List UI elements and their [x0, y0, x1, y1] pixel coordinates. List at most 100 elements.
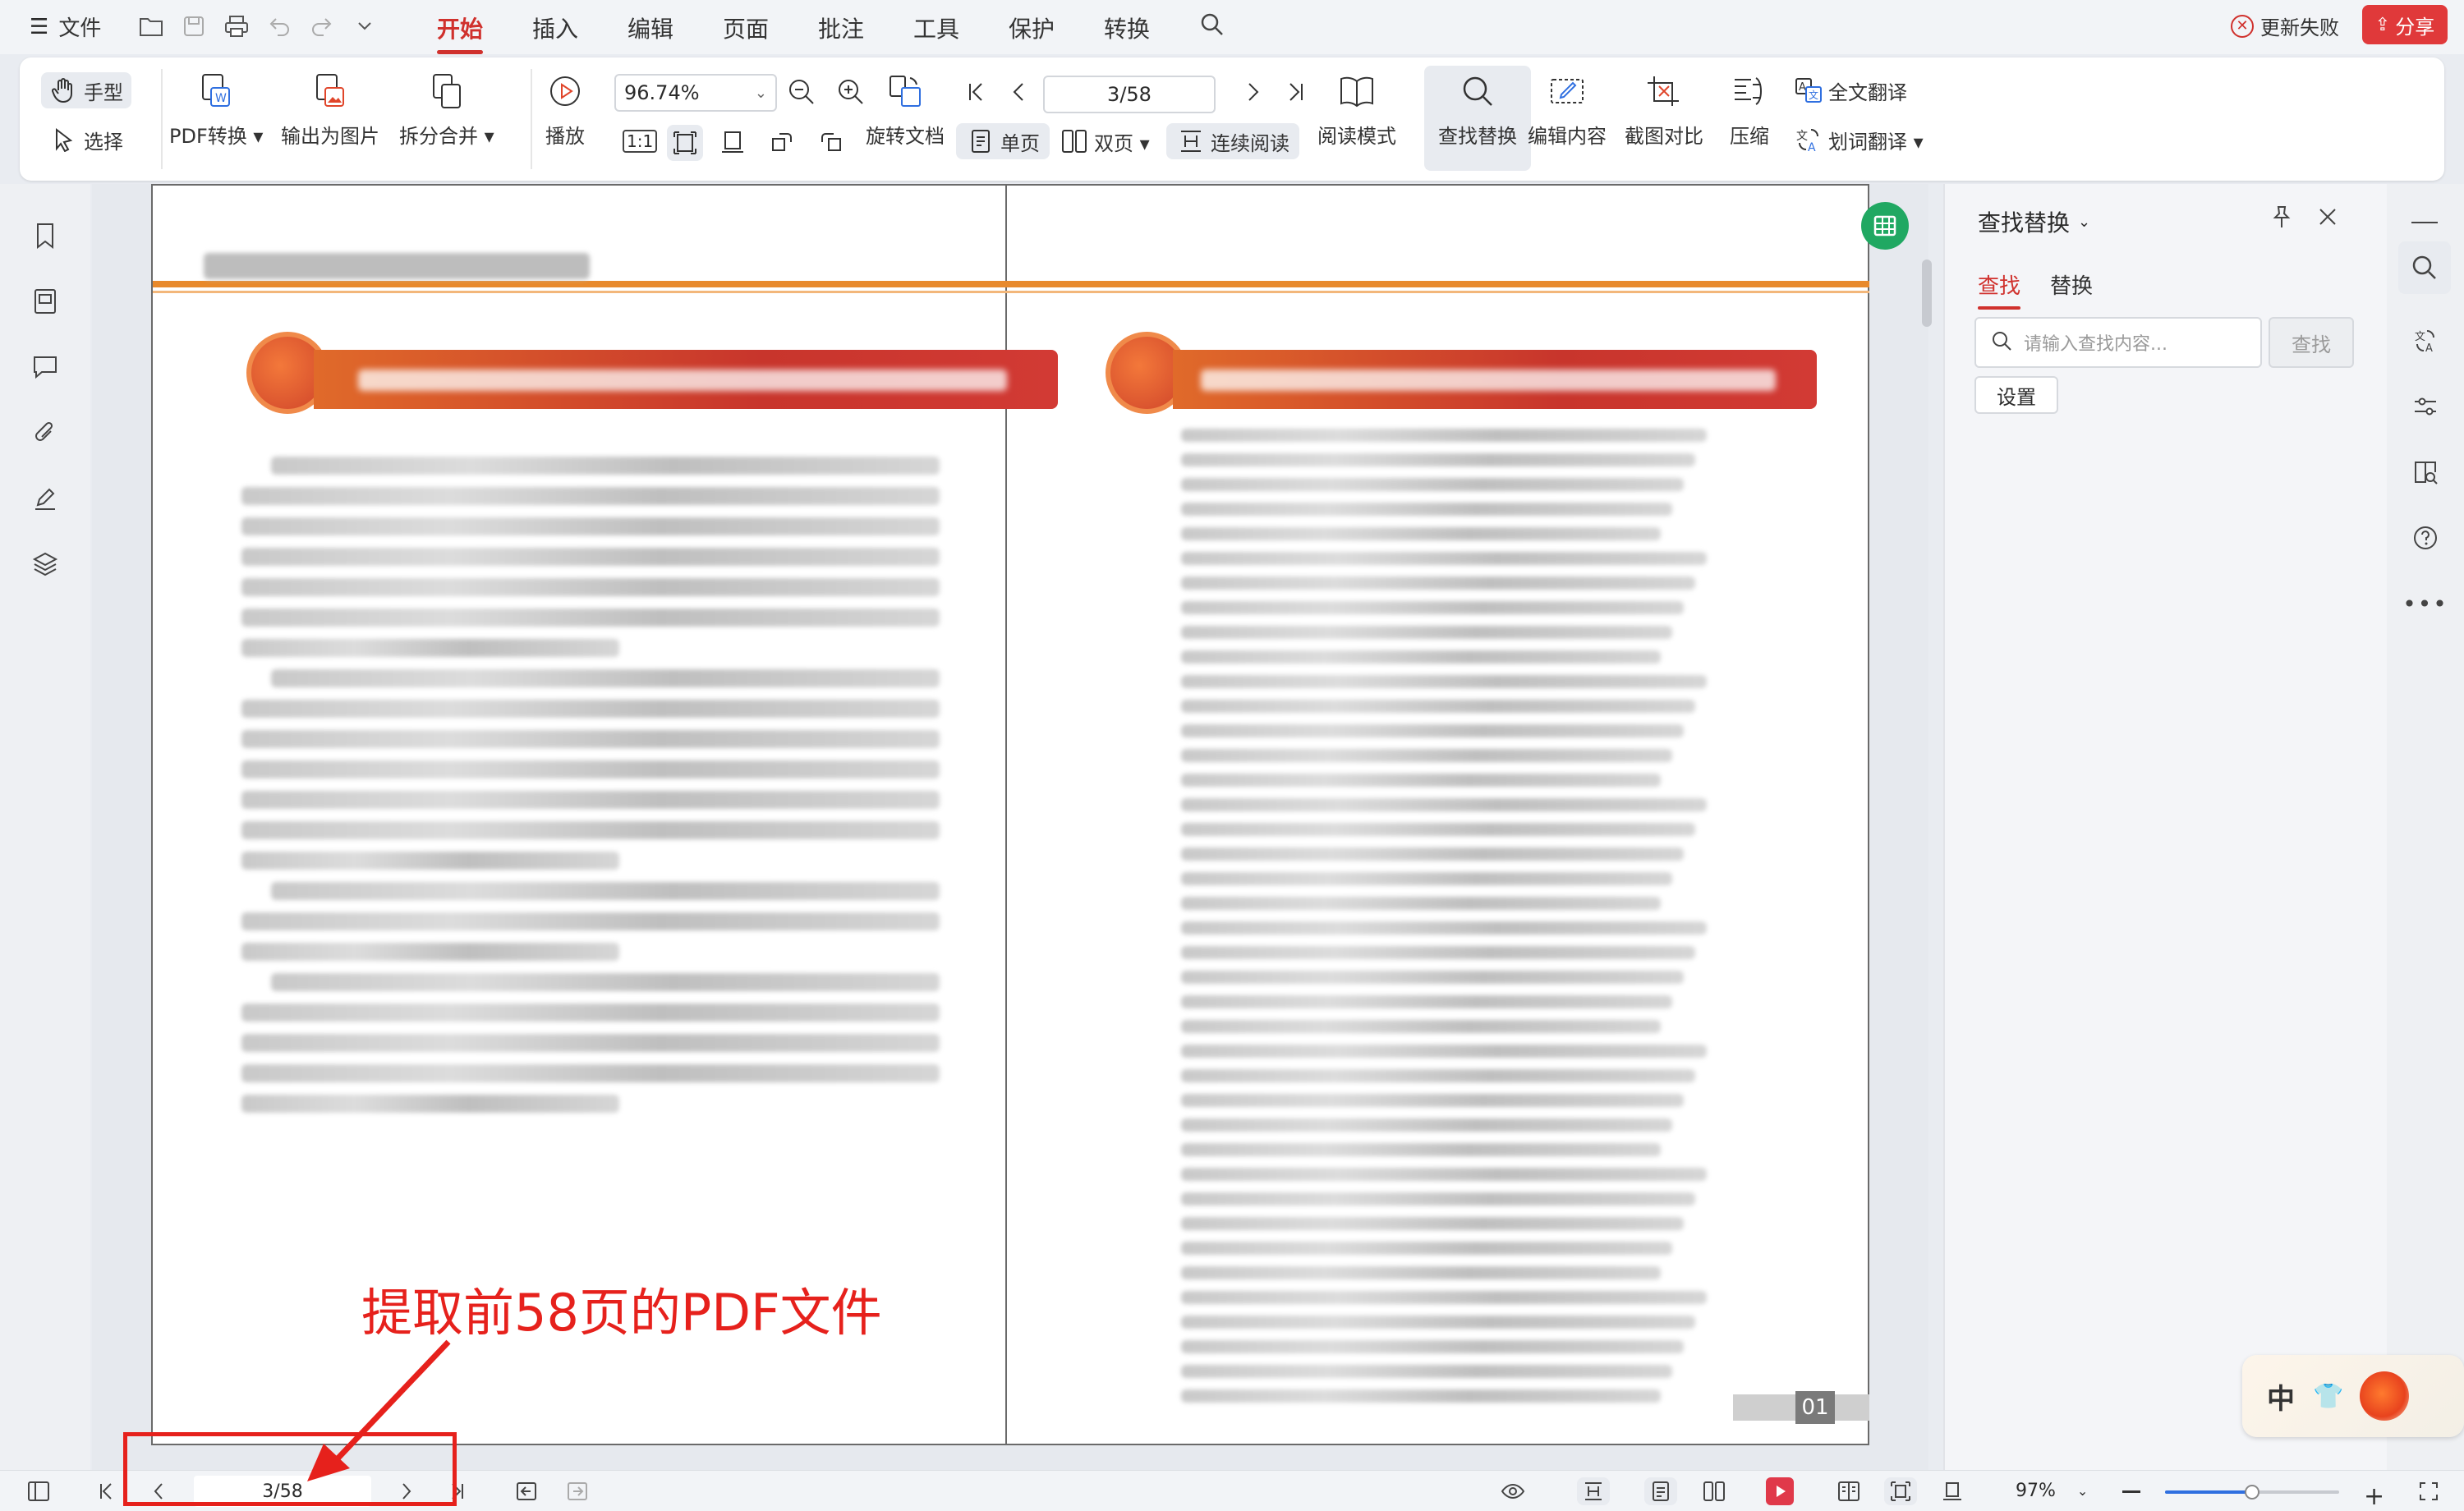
zoom-out-button[interactable]	[2122, 1490, 2140, 1493]
find-replace-button[interactable]: 查找替换	[1424, 66, 1531, 171]
sidebar-toggle-icon[interactable]	[25, 1477, 53, 1505]
search-input[interactable]: 请输入查找内容...	[1974, 317, 2262, 368]
single-page-view-icon[interactable]	[1644, 1477, 1677, 1505]
double-page-button[interactable]: 双页 ▾	[1060, 126, 1150, 156]
single-page-button[interactable]: 单页	[956, 123, 1050, 159]
zoom-slider[interactable]	[2165, 1485, 2339, 1500]
last-page-icon[interactable]	[1281, 77, 1311, 107]
tab-edit[interactable]: 编辑	[627, 11, 673, 44]
chevron-down-icon: ⌄	[754, 84, 767, 102]
help-icon[interactable]	[2407, 519, 2444, 557]
zoom-slider-handle[interactable]	[2245, 1485, 2259, 1500]
more-icon[interactable]: •••	[2402, 585, 2447, 622]
share-button[interactable]: ⇪ 分享	[2362, 5, 2448, 44]
split-merge-icon	[428, 72, 466, 110]
vertical-scrollbar-thumb[interactable]	[1922, 259, 1932, 327]
edit-content-button[interactable]: 编辑内容	[1528, 72, 1607, 149]
thumbnail-icon[interactable]	[28, 284, 62, 319]
open-folder-icon[interactable]	[136, 11, 166, 41]
read-mode-button[interactable]: 阅读模式	[1317, 72, 1396, 149]
next-page-icon[interactable]	[1239, 77, 1268, 107]
book-icon	[1338, 72, 1376, 110]
rotate-document-button[interactable]: 旋转文档	[866, 72, 945, 149]
first-page-icon[interactable]	[92, 1477, 120, 1505]
fit-width-icon[interactable]	[1938, 1477, 1966, 1505]
settings-button[interactable]: 设置	[1974, 376, 2058, 414]
read-mode-icon[interactable]	[1835, 1477, 1863, 1505]
tab-tools[interactable]: 工具	[913, 11, 959, 44]
zoom-in-icon[interactable]	[836, 77, 866, 107]
bookmark-icon[interactable]	[28, 218, 62, 253]
play-slideshow-icon[interactable]	[1766, 1477, 1794, 1505]
select-tool-button[interactable]: 选择	[49, 125, 123, 154]
compress-button[interactable]: 压缩	[1730, 72, 1769, 149]
search-icon[interactable]	[1198, 10, 1227, 39]
search-icon[interactable]	[2398, 241, 2451, 294]
eye-view-icon[interactable]	[1488, 1477, 1538, 1505]
collapse-icon[interactable]	[2411, 222, 2438, 223]
hand-tool-button[interactable]: 手型	[41, 72, 131, 108]
tab-replace[interactable]: 替换	[2050, 269, 2093, 300]
layers-icon[interactable]	[28, 547, 62, 581]
tab-insert[interactable]: 插入	[532, 11, 578, 44]
svg-text:文: 文	[1796, 130, 1808, 143]
actual-size-button[interactable]: 1:1	[623, 130, 658, 153]
page-spread: 01	[151, 184, 1869, 1445]
comment-icon[interactable]	[28, 350, 62, 384]
fit-page-icon[interactable]	[667, 125, 703, 161]
double-page-view-icon[interactable]	[1700, 1477, 1728, 1505]
redo-icon[interactable]	[307, 11, 337, 41]
table-extract-icon[interactable]	[1861, 202, 1909, 250]
full-translate-button[interactable]: A文 全文翻译	[1794, 76, 1907, 105]
zoom-out-icon[interactable]	[787, 77, 816, 107]
pdf-convert-button[interactable]: W PDF转换 ▾	[169, 72, 263, 149]
update-status[interactable]: ✕ 更新失败	[2231, 11, 2339, 40]
print-icon[interactable]	[222, 11, 251, 41]
file-menu[interactable]: ☰ 文件	[30, 11, 101, 42]
book-search-icon[interactable]	[2407, 453, 2444, 491]
tab-find[interactable]: 查找	[1978, 269, 2021, 310]
continuous-read-button[interactable]: 连续阅读	[1166, 123, 1299, 159]
fit-page-icon[interactable]	[1884, 1477, 1917, 1505]
panel-title[interactable]: 查找替换 ⌄	[1978, 205, 2090, 238]
svg-text:A: A	[1808, 141, 1816, 153]
export-image-button[interactable]: 输出为图片	[281, 72, 379, 149]
signature-icon[interactable]	[28, 481, 62, 516]
split-merge-button[interactable]: 拆分合并 ▾	[399, 72, 494, 149]
play-button[interactable]: 播放	[545, 72, 585, 149]
page-number-badge: 01	[1795, 1391, 1835, 1424]
rotate-right-icon[interactable]	[816, 126, 846, 156]
rotate-left-icon[interactable]	[767, 126, 797, 156]
close-icon[interactable]	[2313, 202, 2342, 232]
find-replace-panel: 查找替换 ⌄ 查找 替换 请输入查找内容... 查找 设置	[1943, 184, 2387, 1470]
find-button[interactable]: 查找	[2269, 317, 2354, 368]
save-icon[interactable]	[179, 11, 209, 41]
tab-page[interactable]: 页面	[723, 11, 769, 44]
tab-convert[interactable]: 转换	[1104, 11, 1150, 44]
blurred-text-line	[1181, 823, 1695, 836]
pin-icon[interactable]	[2267, 202, 2296, 232]
zoom-in-button[interactable]: +	[2364, 1482, 2384, 1511]
chevron-down-icon[interactable]	[350, 11, 379, 41]
ime-widget[interactable]: 中 👕	[2242, 1355, 2464, 1437]
fit-width-icon[interactable]	[718, 126, 747, 156]
fullscreen-icon[interactable]	[2415, 1477, 2443, 1505]
attachment-icon[interactable]	[28, 416, 62, 450]
tab-start[interactable]: 开始	[437, 11, 484, 54]
screenshot-compare-button[interactable]: 截图对比	[1625, 72, 1703, 149]
tab-comment[interactable]: 批注	[818, 11, 864, 44]
translate-icon[interactable]: 文A	[2407, 322, 2444, 360]
first-page-icon[interactable]	[961, 77, 991, 107]
zoom-select[interactable]: 97% ⌄	[2016, 1481, 2088, 1501]
forward-icon[interactable]	[563, 1477, 591, 1505]
undo-icon[interactable]	[264, 11, 294, 41]
zoom-select[interactable]: 96.74% ⌄	[614, 74, 777, 112]
page-number-input[interactable]: 3/58	[1043, 76, 1216, 113]
tab-protect[interactable]: 保护	[1009, 11, 1055, 44]
continuous-view-icon[interactable]	[1577, 1477, 1610, 1505]
back-icon[interactable]	[513, 1477, 540, 1505]
sliders-icon[interactable]	[2407, 388, 2444, 425]
word-translate-button[interactable]: 文A 划词翻译 ▾	[1794, 125, 1924, 154]
prev-page-icon[interactable]	[1004, 77, 1033, 107]
zoom-value: 97%	[2016, 1481, 2056, 1501]
